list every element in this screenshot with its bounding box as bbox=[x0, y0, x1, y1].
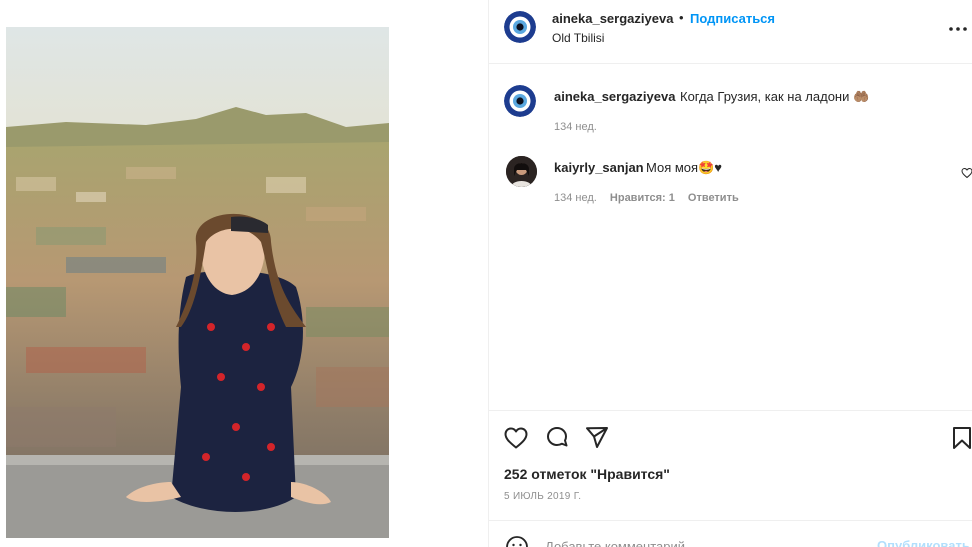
comments-list: aineka_sergaziyeva Когда Грузия, как на … bbox=[489, 65, 972, 410]
post-details-panel: aineka_sergaziyeva • Подписаться Old Tbi… bbox=[488, 0, 972, 547]
evil-eye-icon bbox=[504, 85, 536, 117]
comment-glyph bbox=[547, 427, 568, 447]
comment-composer: Опубликовать bbox=[489, 520, 972, 547]
paper-plane-icon[interactable] bbox=[584, 425, 610, 451]
commenter-avatar[interactable] bbox=[506, 156, 537, 187]
heart-glyph bbox=[961, 167, 972, 179]
post-header: aineka_sergaziyeva • Подписаться Old Tbi… bbox=[489, 0, 972, 64]
comment-heart-icon[interactable] bbox=[961, 166, 972, 179]
author-username[interactable]: aineka_sergaziyeva bbox=[552, 11, 673, 26]
bookmark-icon[interactable] bbox=[949, 425, 972, 451]
share-glyph bbox=[586, 427, 608, 448]
comment-icon[interactable] bbox=[544, 425, 570, 451]
caption-timestamp[interactable]: 134 нед. bbox=[554, 121, 597, 133]
post-date[interactable]: 5 ИЮЛЬ 2019 Г. bbox=[504, 491, 581, 502]
more-dots-icon[interactable] bbox=[947, 18, 969, 40]
post-photo-illustration bbox=[6, 27, 389, 538]
comment-username[interactable]: kaiyrly_sanjan bbox=[554, 160, 644, 175]
comment-reply-button[interactable]: Ответить bbox=[688, 192, 739, 204]
evil-eye-icon bbox=[504, 11, 536, 43]
comment-meta: 134 нед. Нравится: 1 Ответить bbox=[554, 192, 749, 204]
more-options-glyph bbox=[949, 27, 967, 31]
comment-text: Моя моя🤩♥ bbox=[646, 160, 722, 175]
photo-pane bbox=[0, 0, 488, 547]
caption-author-avatar[interactable] bbox=[504, 85, 536, 117]
emoji-glyph bbox=[506, 536, 528, 547]
heart-icon[interactable] bbox=[503, 425, 529, 451]
comment-input[interactable] bbox=[545, 536, 865, 547]
caption-text: Когда Грузия, как на ладони 🤲🏽 bbox=[680, 89, 870, 104]
caption-username[interactable]: aineka_sergaziyeva bbox=[554, 89, 675, 104]
separator-dot: • bbox=[679, 10, 684, 25]
like-glyph bbox=[504, 427, 528, 449]
comment-timestamp[interactable]: 134 нед. bbox=[554, 192, 597, 204]
smiley-icon[interactable] bbox=[505, 535, 529, 547]
comment-likes-count[interactable]: Нравится: 1 bbox=[610, 192, 675, 204]
post-photo[interactable] bbox=[6, 27, 389, 538]
post-location[interactable]: Old Tbilisi bbox=[552, 31, 604, 45]
likes-count[interactable]: 252 отметок "Нравится" bbox=[504, 466, 670, 482]
author-avatar[interactable] bbox=[504, 11, 536, 43]
publish-button[interactable]: Опубликовать bbox=[877, 538, 970, 547]
person-photo-icon bbox=[506, 156, 537, 187]
post-actions: 252 отметок "Нравится" 5 ИЮЛЬ 2019 Г. bbox=[489, 410, 972, 520]
follow-button[interactable]: Подписаться bbox=[690, 11, 775, 26]
save-glyph bbox=[953, 427, 971, 449]
